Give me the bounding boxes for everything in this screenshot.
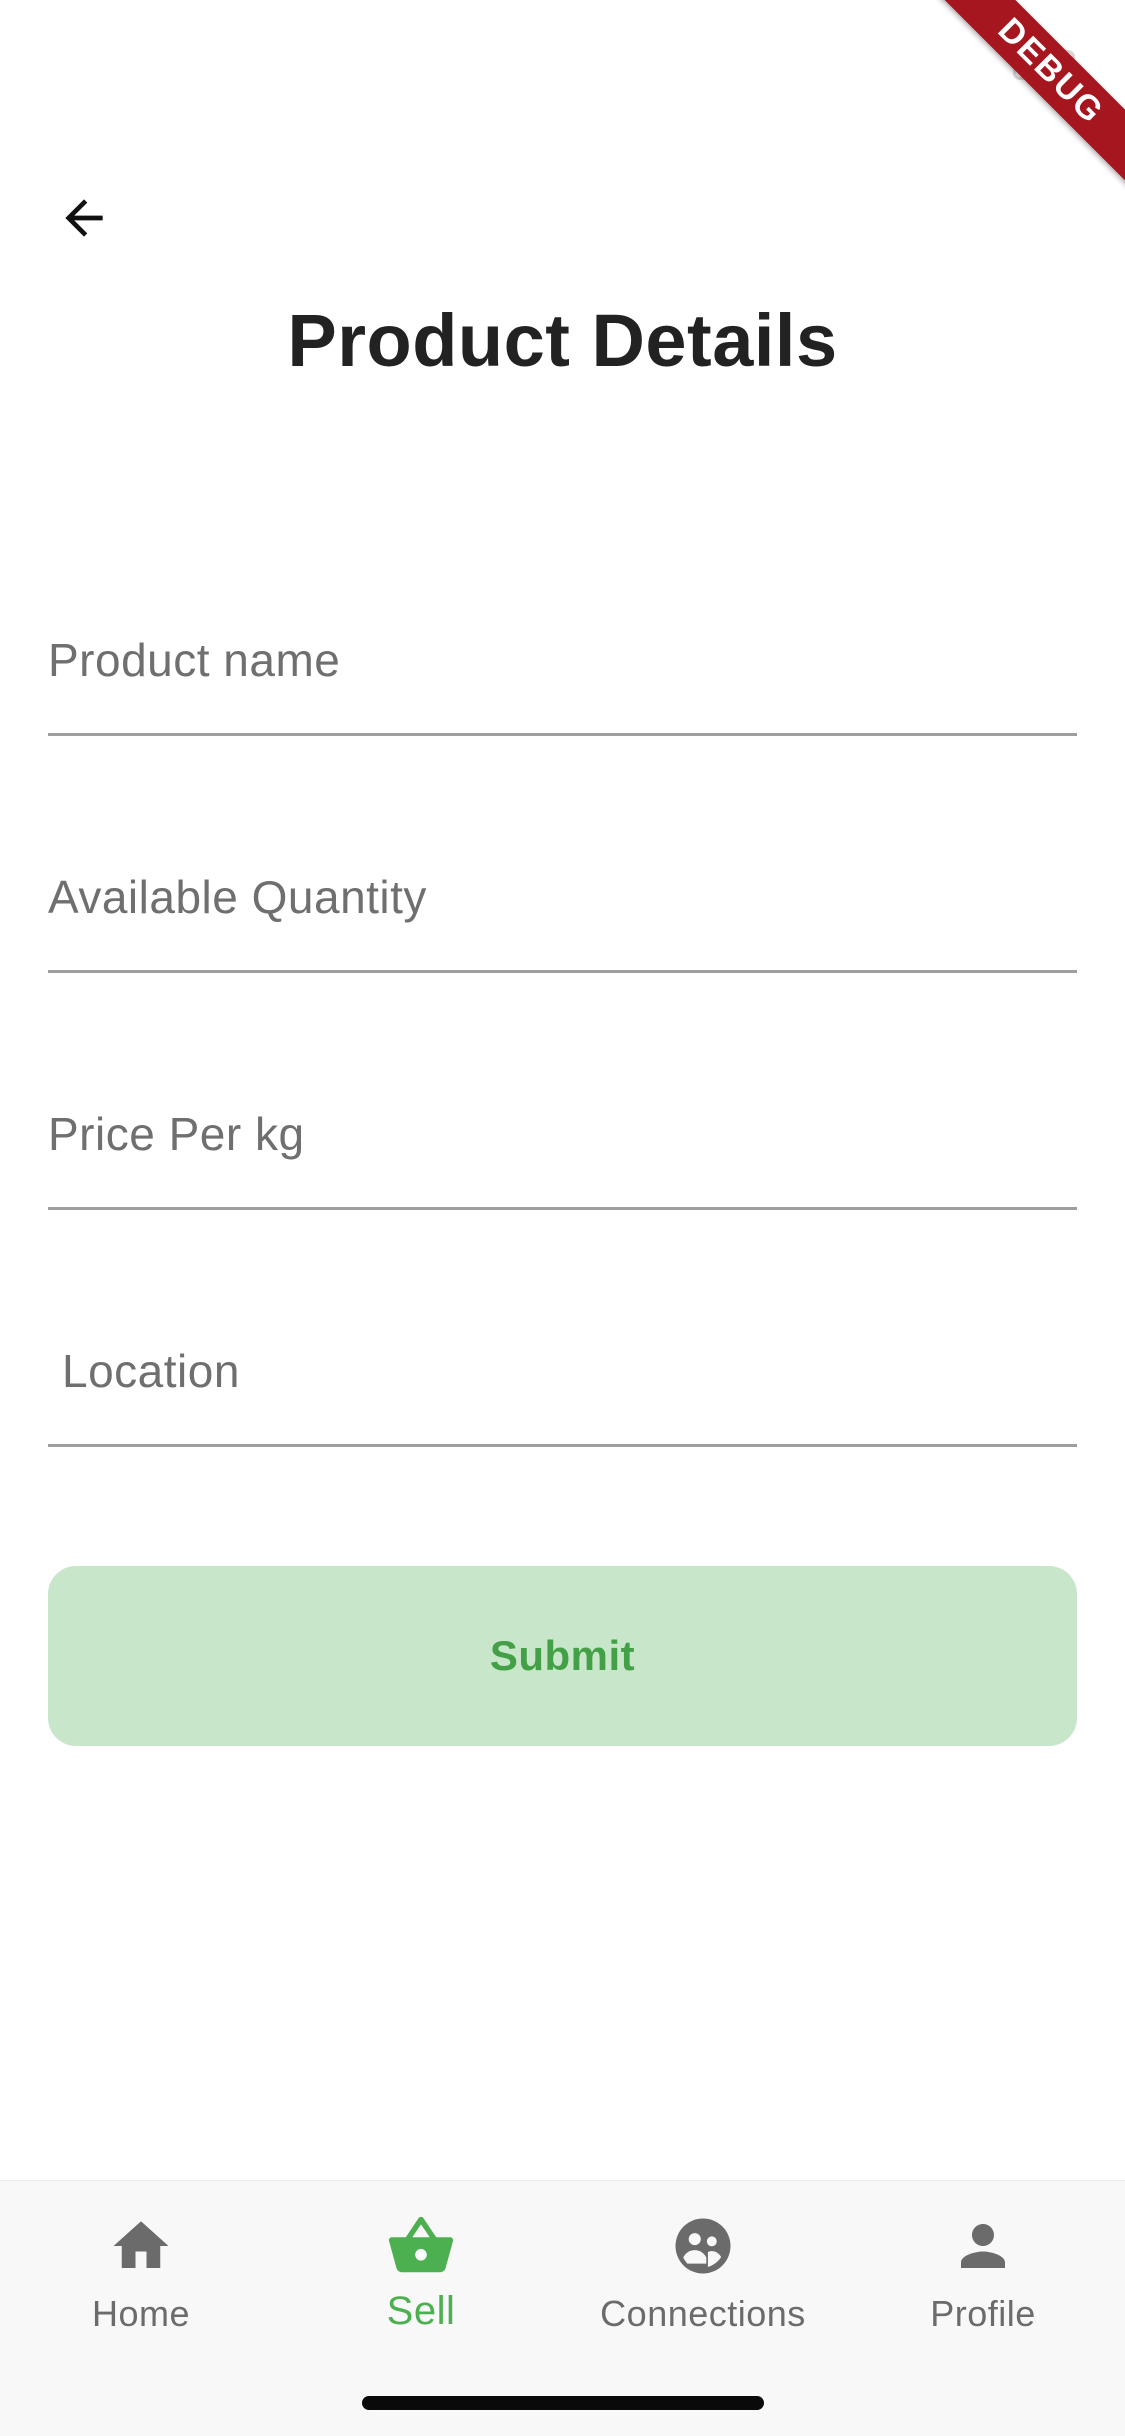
- nav-label-home: Home: [91, 2293, 191, 2334]
- available-quantity-field: [48, 853, 1077, 973]
- basket-icon: [386, 2211, 456, 2281]
- nav-item-profile[interactable]: Profile: [843, 2211, 1123, 2351]
- arrow-back-icon: [65, 199, 103, 237]
- location-input[interactable]: [62, 1344, 1091, 1398]
- price-per-kg-field: [48, 1090, 1077, 1210]
- submit-button[interactable]: Submit: [48, 1566, 1077, 1746]
- location-field: [48, 1327, 1091, 1447]
- available-quantity-input[interactable]: [48, 870, 1077, 924]
- group-icon: [668, 2211, 738, 2281]
- nav-item-home[interactable]: Home: [1, 2211, 281, 2351]
- home-icon: [106, 2211, 176, 2281]
- nav-label-connections: Connections: [600, 2293, 806, 2334]
- home-indicator: [362, 2396, 764, 2410]
- nav-item-sell[interactable]: Sell: [281, 2211, 561, 2351]
- nav-item-connections[interactable]: Connections: [563, 2211, 843, 2351]
- nav-label-sell: Sell: [386, 2289, 456, 2333]
- product-details-screen: DEBUG Product Details Submit: [0, 0, 1125, 2436]
- price-per-kg-input[interactable]: [48, 1107, 1077, 1161]
- back-button[interactable]: [42, 176, 126, 260]
- person-icon: [948, 2211, 1018, 2281]
- product-name-input[interactable]: [48, 633, 1077, 687]
- nav-label-profile: Profile: [930, 2293, 1036, 2334]
- status-bar: [0, 0, 1125, 130]
- product-name-field: [48, 616, 1077, 736]
- page-title: Product Details: [287, 299, 838, 382]
